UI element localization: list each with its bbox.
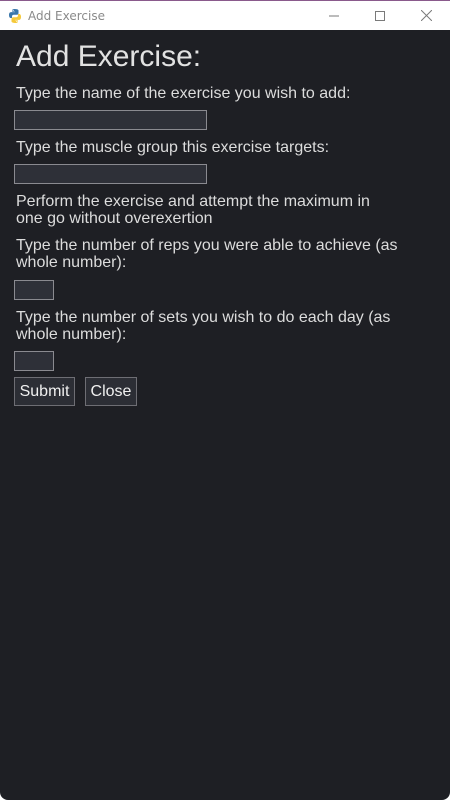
page-title: Add Exercise: (16, 40, 202, 73)
minimize-button[interactable] (311, 1, 357, 30)
muscle-group-input[interactable] (14, 164, 207, 184)
form-area: Add Exercise: Type the name of the exerc… (0, 30, 450, 800)
window-title: Add Exercise (28, 9, 105, 23)
exercise-name-label: Type the name of the exercise you wish t… (16, 85, 351, 102)
maximize-button[interactable] (357, 1, 403, 30)
close-button[interactable]: Close (85, 377, 137, 406)
muscle-group-label: Type the muscle group this exercise targ… (16, 139, 330, 156)
close-window-button[interactable] (403, 1, 449, 30)
reps-input[interactable] (14, 280, 54, 300)
title-bar[interactable]: Add Exercise (0, 0, 450, 30)
sets-input[interactable] (14, 351, 54, 371)
sets-label-line-1: Type the number of sets you wish to do e… (16, 309, 391, 326)
maximize-icon (375, 10, 385, 21)
instruction-line-2: one go without overexertion (16, 210, 213, 227)
python-icon (9, 9, 21, 23)
exercise-name-input[interactable] (14, 110, 207, 130)
app-window: Add Exercise Add Exercise: Type the name… (0, 0, 450, 800)
close-icon (420, 10, 432, 21)
reps-label-line-1: Type the number of reps you were able to… (16, 237, 398, 254)
submit-button[interactable]: Submit (14, 377, 75, 406)
minimize-icon (329, 15, 339, 16)
instruction-line-1: Perform the exercise and attempt the max… (16, 193, 370, 210)
sets-label-line-2: whole number): (16, 326, 127, 343)
reps-label-line-2: whole number): (16, 254, 127, 271)
